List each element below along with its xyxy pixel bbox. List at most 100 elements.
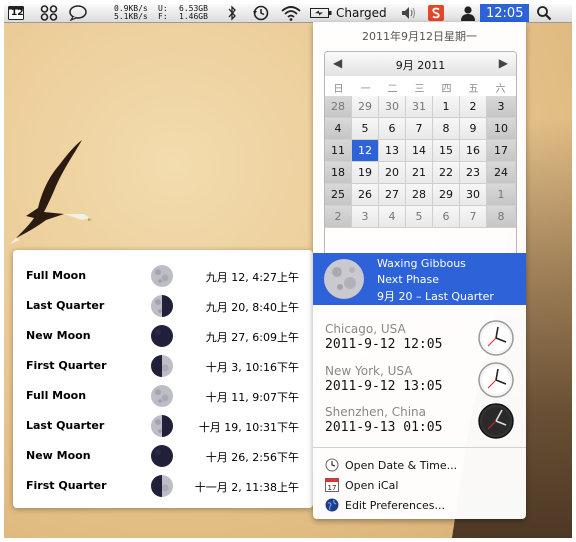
calendar-day[interactable]: 2 bbox=[325, 206, 352, 228]
moon-phase-row: New Moon 十月 26, 2:56下午 bbox=[13, 441, 313, 471]
moon-phase-row: Full Moon 九月 12, 4:27上午 bbox=[13, 261, 313, 291]
clock-calendar-icon bbox=[325, 458, 339, 472]
moon-phase-name: First Quarter bbox=[26, 359, 107, 372]
calendar-day[interactable]: 31 bbox=[406, 96, 433, 118]
calendar-day[interactable]: 7 bbox=[460, 206, 487, 228]
calendar-day[interactable]: 6 bbox=[379, 118, 406, 140]
calendar-day[interactable]: 24 bbox=[487, 162, 516, 184]
weekday-label: 六 bbox=[495, 84, 506, 95]
calendar-day[interactable]: 11 bbox=[325, 140, 352, 162]
calendar-day[interactable]: 21 bbox=[406, 162, 433, 184]
calendar-day[interactable]: 17 bbox=[487, 140, 516, 162]
ical-icon: 17 bbox=[325, 478, 339, 492]
calendar-day[interactable]: 22 bbox=[433, 162, 460, 184]
calendar-day[interactable]: 16 bbox=[460, 140, 487, 162]
moon-phase-date: 十月 19, 10:31下午 bbox=[198, 421, 299, 434]
calendar-day[interactable]: 26 bbox=[352, 184, 379, 206]
ical-menu-day: 12 bbox=[11, 8, 24, 18]
moon-phase-date: 九月 12, 4:27上午 bbox=[205, 271, 299, 284]
calendar-day[interactable]: 28 bbox=[325, 96, 352, 118]
eagle-graphic bbox=[10, 140, 92, 244]
open-date-time-label: Open Date & Time... bbox=[345, 458, 458, 472]
calendar-day[interactable]: 5 bbox=[352, 118, 379, 140]
moon-phase-row: Last Quarter 十月 19, 10:31下午 bbox=[13, 411, 313, 441]
speech-bubble-icon[interactable] bbox=[68, 4, 88, 22]
moon-phase-summary[interactable]: Waxing Gibbous Next Phase 9月 20 – Last Q… bbox=[313, 253, 526, 305]
calendar-day[interactable]: 6 bbox=[433, 206, 460, 228]
calendar-day[interactable]: 2 bbox=[460, 96, 487, 118]
ical-menu-icon[interactable]: 12 bbox=[8, 4, 24, 22]
calendar-day[interactable]: 30 bbox=[379, 96, 406, 118]
calendar-day[interactable]: 10 bbox=[487, 118, 516, 140]
volume-icon[interactable] bbox=[400, 4, 418, 22]
open-date-time-item[interactable]: Open Date & Time... bbox=[325, 458, 457, 472]
spotlight-search-icon[interactable] bbox=[536, 4, 552, 22]
disk-f-label: F: bbox=[158, 12, 168, 21]
battery-status[interactable]: Charged bbox=[310, 4, 387, 22]
activity-icon[interactable] bbox=[40, 4, 58, 22]
month-label: 9月 2011 bbox=[395, 59, 446, 72]
s-app-icon[interactable] bbox=[428, 4, 444, 22]
next-phase-label: Next Phase bbox=[377, 273, 439, 286]
city-datetime: 2011-9-12 13:05 bbox=[325, 379, 443, 394]
moon-phase-date: 十月 3, 10:16下午 bbox=[205, 361, 299, 374]
calendar-day[interactable]: 29 bbox=[433, 184, 460, 206]
edit-preferences-item[interactable]: Edit Preferences... bbox=[325, 498, 445, 512]
calendar-day[interactable]: 15 bbox=[433, 140, 460, 162]
open-ical-item[interactable]: 17 Open iCal bbox=[325, 478, 398, 492]
moon-phase-date: 十月 11, 9:07下午 bbox=[205, 391, 299, 404]
calendar-day[interactable]: 8 bbox=[433, 118, 460, 140]
calendar-day[interactable]: 27 bbox=[379, 184, 406, 206]
weekday-label: 一 bbox=[360, 84, 371, 95]
moon-phase-row: Full Moon 十月 11, 9:07下午 bbox=[13, 381, 313, 411]
bluetooth-icon[interactable] bbox=[226, 4, 238, 22]
weekday-label: 四 bbox=[441, 84, 452, 95]
calendar-day[interactable]: 29 bbox=[352, 96, 379, 118]
calendar-day[interactable]: 14 bbox=[406, 140, 433, 162]
next-phase-detail: 9月 20 – Last Quarter bbox=[377, 290, 494, 303]
time-machine-icon[interactable] bbox=[252, 4, 270, 22]
calendar-day[interactable]: 18 bbox=[325, 162, 352, 184]
calendar-day[interactable]: 9 bbox=[460, 118, 487, 140]
calendar-day[interactable]: 13 bbox=[379, 140, 406, 162]
calendar-day[interactable]: 19 bbox=[352, 162, 379, 184]
battery-icon bbox=[310, 8, 332, 18]
calendar-day[interactable]: 30 bbox=[460, 184, 487, 206]
city-datetime: 2011-9-13 01:05 bbox=[325, 420, 443, 435]
moon-phase-name: New Moon bbox=[26, 449, 91, 462]
svg-text:17: 17 bbox=[328, 484, 337, 492]
user-icon[interactable] bbox=[460, 4, 476, 22]
moon-phase-row: Last Quarter 九月 20, 8:40上午 bbox=[13, 291, 313, 321]
calendar-day[interactable]: 23 bbox=[460, 162, 487, 184]
moon-phase-date: 九月 27, 6:09上午 bbox=[205, 331, 299, 344]
calendar-day[interactable]: 28 bbox=[406, 184, 433, 206]
next-month-icon[interactable]: ▶ bbox=[499, 56, 508, 70]
calendar-day[interactable]: 12 bbox=[352, 140, 379, 162]
wifi-icon[interactable] bbox=[280, 4, 302, 22]
calendar-day[interactable]: 4 bbox=[379, 206, 406, 228]
moon-phase-row: First Quarter 十月 3, 10:16下午 bbox=[13, 351, 313, 381]
moon-phase-name: Last Quarter bbox=[26, 299, 105, 312]
calendar-day[interactable]: 3 bbox=[352, 206, 379, 228]
calendar-day[interactable]: 4 bbox=[325, 118, 352, 140]
disk-monitor[interactable]: 6.53GB 1.46GB bbox=[179, 4, 208, 22]
moon-phase-row: First Quarter 十一月 2, 11:38上午 bbox=[13, 471, 313, 501]
city-name: Chicago, USA bbox=[325, 322, 406, 336]
calendar-day[interactable]: 3 bbox=[487, 96, 516, 118]
moon-phase-date: 十月 26, 2:56下午 bbox=[205, 451, 299, 464]
weekday-label: 五 bbox=[468, 84, 479, 95]
menu-clock[interactable]: 12:05 bbox=[480, 4, 530, 22]
calendar-day[interactable]: 25 bbox=[325, 184, 352, 206]
network-monitor[interactable]: 0.9KB/s 5.1KB/s bbox=[114, 4, 148, 22]
moon-phase-row: New Moon 九月 27, 6:09上午 bbox=[13, 321, 313, 351]
calendar-day[interactable]: 1 bbox=[487, 184, 516, 206]
calendar-day[interactable]: 1 bbox=[433, 96, 460, 118]
moon-phase-date: 十一月 2, 11:38上午 bbox=[194, 481, 299, 494]
calendar-day[interactable]: 5 bbox=[406, 206, 433, 228]
calendar-day[interactable]: 8 bbox=[487, 206, 516, 228]
month-calendar: ◀ 9月 2011 ▶ 日一二三四五六 28 29 30 31 1 2 3 4 5 6 7 8 9 10 1… bbox=[324, 51, 517, 260]
full-moon-icon bbox=[151, 265, 173, 287]
calendar-day[interactable]: 7 bbox=[406, 118, 433, 140]
calendar-day[interactable]: 20 bbox=[379, 162, 406, 184]
edit-preferences-label: Edit Preferences... bbox=[345, 498, 445, 512]
